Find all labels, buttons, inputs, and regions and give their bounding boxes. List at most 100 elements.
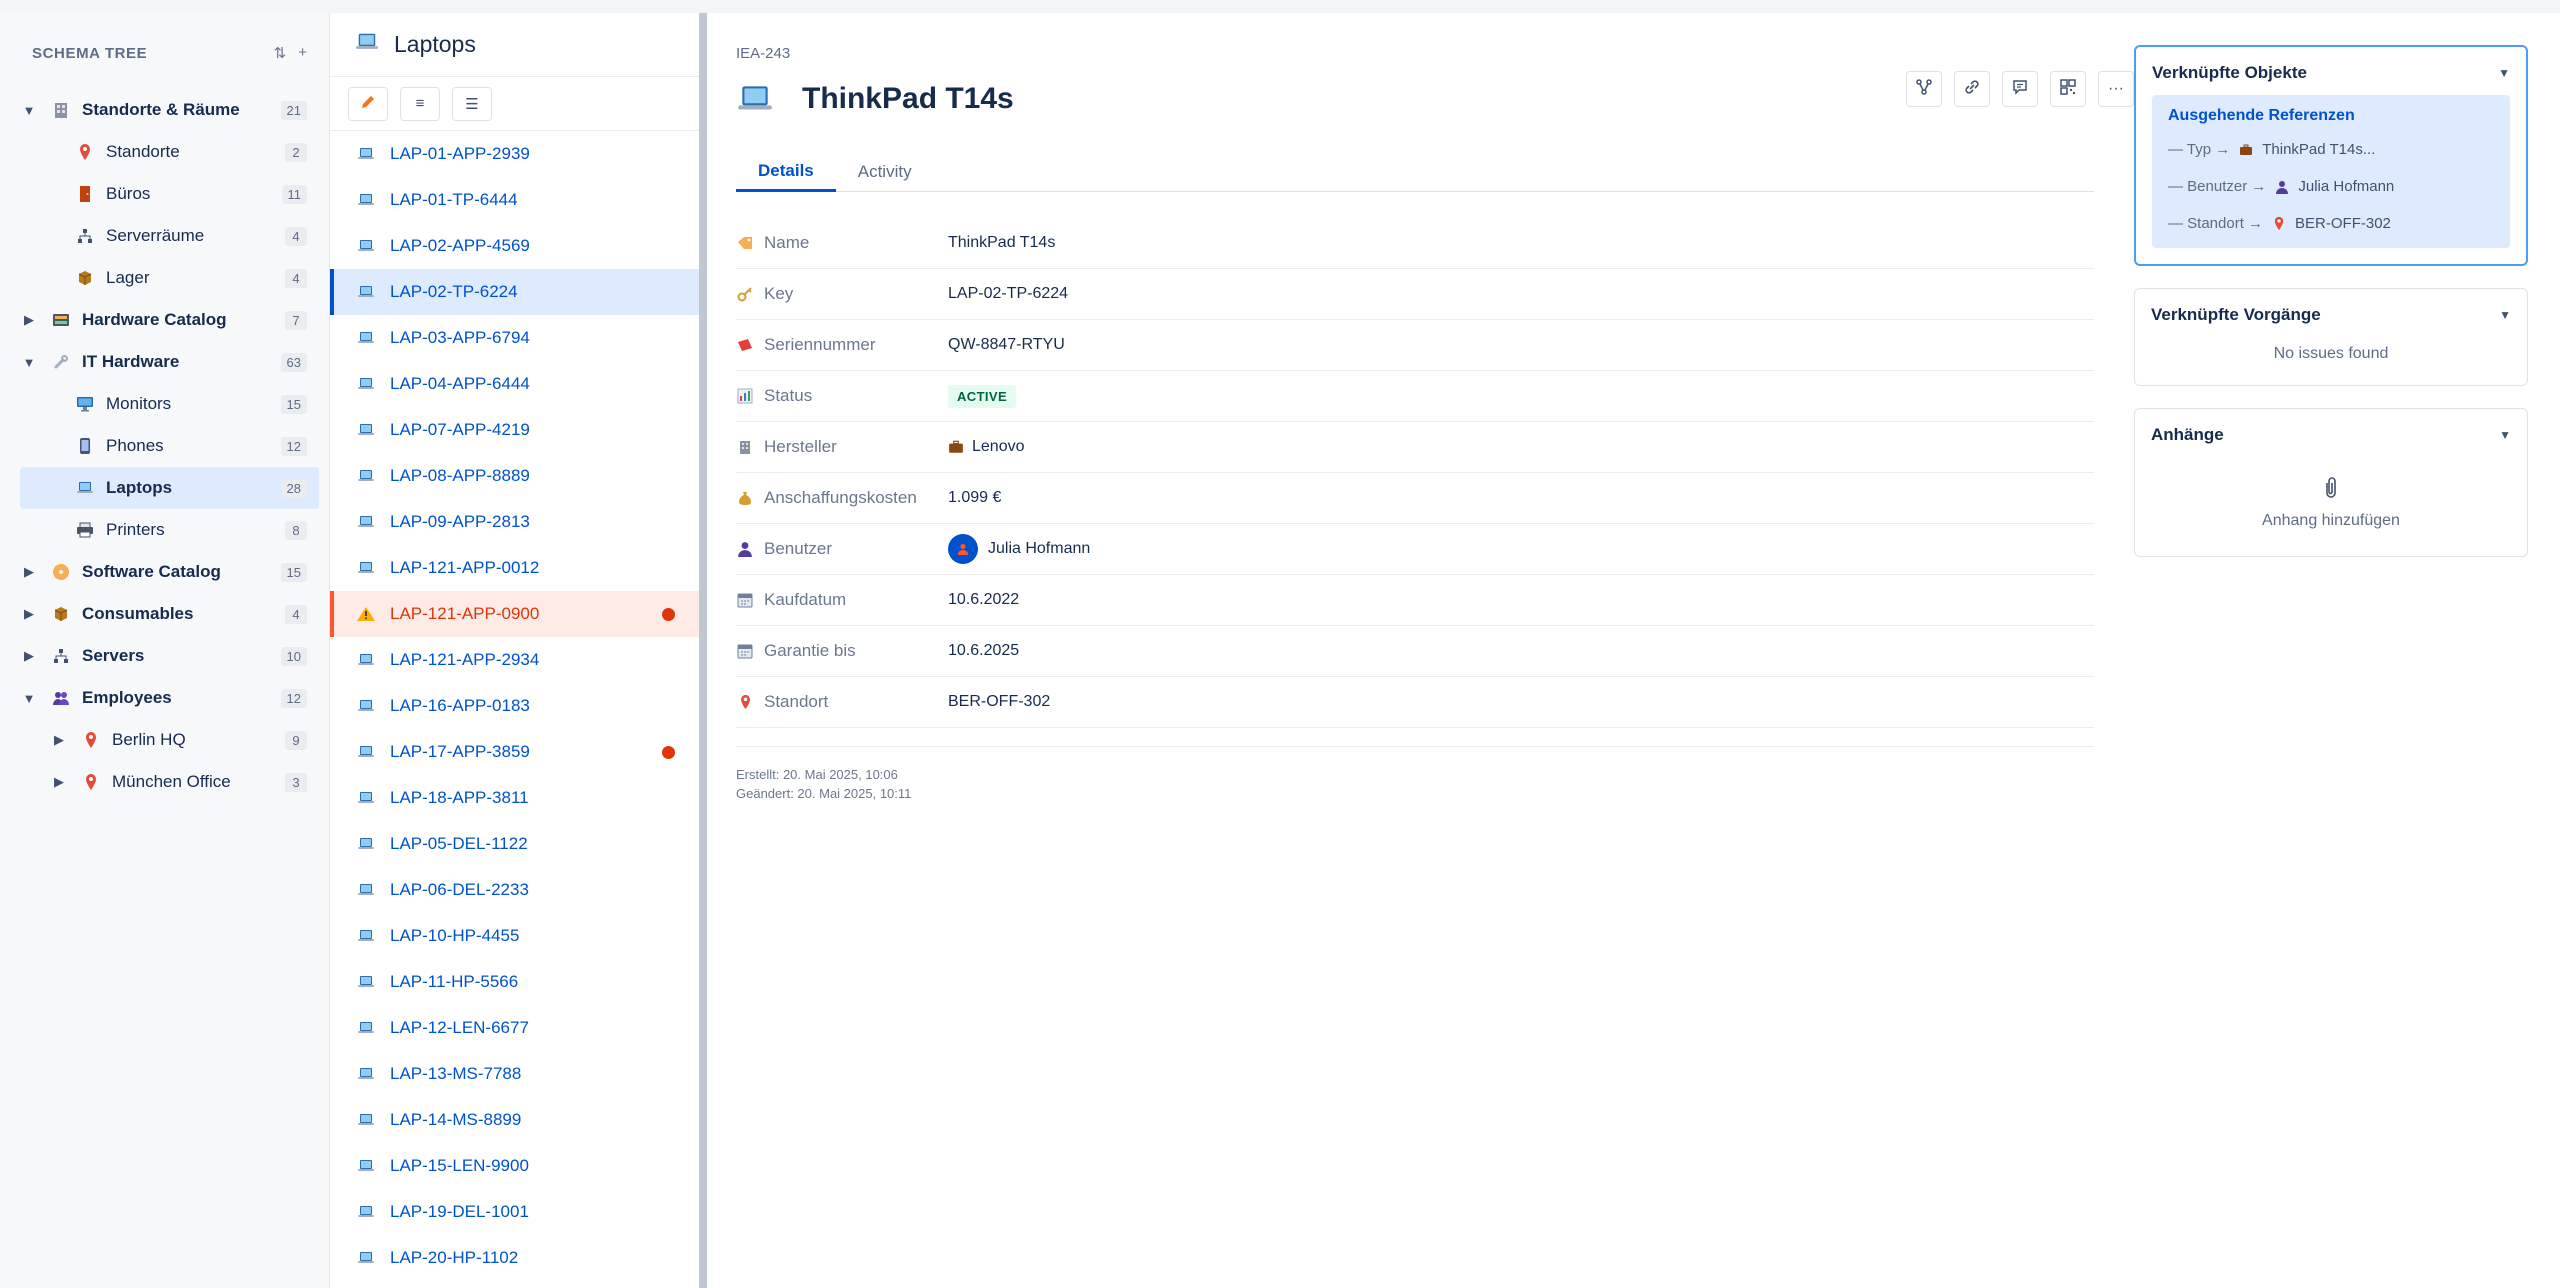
attribute-value-text[interactable]: LAP-02-TP-6224 [948, 285, 1068, 303]
tree-node-employees[interactable]: ▼ Employees 12 [20, 677, 319, 719]
caret-right-icon[interactable]: ▶ [20, 606, 38, 622]
caret-right-icon[interactable]: ▶ [50, 732, 68, 748]
list-item[interactable]: LAP-121-APP-0900 [330, 591, 699, 637]
qr-code-button[interactable] [2050, 71, 2086, 107]
list-item[interactable]: LAP-02-TP-6224 [330, 269, 699, 315]
tree-node-lager[interactable]: Lager 4 [20, 257, 319, 299]
tree-node-monitors[interactable]: Monitors 15 [20, 383, 319, 425]
list-view-button[interactable]: ☰ [452, 86, 492, 121]
chevron-down-icon[interactable]: ▼ [2499, 428, 2511, 442]
list-item[interactable]: LAP-05-DEL-1122 [330, 821, 699, 867]
caret-down-icon[interactable]: ▼ [20, 355, 38, 370]
sort-icon[interactable]: ⇅ [274, 44, 287, 62]
attribute-value[interactable]: ThinkPad T14s [948, 234, 1055, 252]
reference-value[interactable]: Julia Hofmann [2298, 178, 2394, 195]
attribute-value[interactable]: 10.6.2025 [948, 642, 1019, 660]
caret-right-icon[interactable]: ▶ [20, 312, 38, 328]
caret-right-icon[interactable]: ▶ [20, 648, 38, 664]
status-badge[interactable]: ACTIVE [948, 384, 1017, 408]
reference-value[interactable]: BER-OFF-302 [2295, 215, 2391, 232]
tree-node-servers[interactable]: ▶ Servers 10 [20, 635, 319, 677]
attribute-value[interactable]: LAP-02-TP-6224 [948, 285, 1068, 303]
list-item[interactable]: LAP-06-DEL-2233 [330, 867, 699, 913]
reference-benutzer[interactable]: — Benutzer → Julia Hofmann [2168, 168, 2494, 205]
box-icon [50, 605, 72, 623]
attribute-value-text[interactable]: 10.6.2022 [948, 591, 1019, 609]
attribute-value[interactable]: Julia Hofmann [948, 534, 1090, 564]
list-item[interactable]: LAP-09-APP-2813 [330, 499, 699, 545]
list-item[interactable]: LAP-13-MS-7788 [330, 1051, 699, 1097]
list-item[interactable]: LAP-17-APP-3859 [330, 729, 699, 775]
attribute-value-text[interactable]: 1.099 € [948, 489, 1001, 507]
reference-standort[interactable]: — Standort → BER-OFF-302 [2168, 205, 2494, 242]
chevron-down-icon[interactable]: ▼ [2498, 66, 2510, 80]
tab-activity[interactable]: Activity [836, 152, 934, 192]
caret-down-icon[interactable]: ▼ [20, 103, 38, 118]
attribute-value[interactable]: Lenovo [948, 438, 1025, 456]
tree-node-muenchen-office[interactable]: ▶ München Office 3 [20, 761, 319, 803]
list-item[interactable]: LAP-08-APP-8889 [330, 453, 699, 499]
attribute-value-text[interactable]: QW-8847-RTYU [948, 336, 1065, 354]
caret-right-icon[interactable]: ▶ [50, 774, 68, 790]
attribute-value-text[interactable]: ThinkPad T14s [948, 234, 1055, 252]
tree-node-printers[interactable]: Printers 8 [20, 509, 319, 551]
linked-objects-header[interactable]: Verknüpfte Objekte ▼ [2152, 61, 2510, 85]
attribute-value-text[interactable]: BER-OFF-302 [948, 693, 1050, 711]
linked-issues-header[interactable]: Verknüpfte Vorgänge ▼ [2151, 303, 2511, 327]
caret-right-icon[interactable]: ▶ [20, 564, 38, 580]
list-item[interactable]: LAP-121-APP-0012 [330, 545, 699, 591]
list-item[interactable]: LAP-16-APP-0183 [330, 683, 699, 729]
tree-node-consumables[interactable]: ▶ Consumables 4 [20, 593, 319, 635]
attribute-value[interactable]: QW-8847-RTYU [948, 336, 1065, 354]
list-item[interactable]: LAP-14-MS-8899 [330, 1097, 699, 1143]
attribute-value-text[interactable]: Julia Hofmann [988, 540, 1090, 558]
tree-node-standorte-raeume[interactable]: ▼ Standorte & Räume 21 [20, 89, 319, 131]
list-item[interactable]: LAP-01-TP-6444 [330, 177, 699, 223]
tab-details[interactable]: Details [736, 152, 836, 192]
list-item[interactable]: LAP-121-APP-2934 [330, 637, 699, 683]
list-item[interactable]: LAP-19-DEL-1001 [330, 1189, 699, 1235]
more-actions-button[interactable]: ··· [2098, 71, 2134, 107]
tree-node-it-hardware[interactable]: ▼ IT Hardware 63 [20, 341, 319, 383]
attribute-value[interactable]: BER-OFF-302 [948, 693, 1050, 711]
reference-value[interactable]: ThinkPad T14s... [2262, 141, 2375, 158]
edit-button[interactable] [348, 86, 388, 121]
list-item-label: LAP-02-TP-6224 [390, 282, 518, 301]
tree-node-berlin-hq[interactable]: ▶ Berlin HQ 9 [20, 719, 319, 761]
list-item[interactable]: LAP-10-HP-4455 [330, 913, 699, 959]
graph-view-button[interactable] [1906, 71, 1942, 107]
pin-icon [80, 773, 102, 791]
compact-view-button[interactable]: ≡ [400, 86, 440, 121]
list-item[interactable]: LAP-07-APP-4219 [330, 407, 699, 453]
list-item[interactable]: LAP-18-APP-3811 [330, 775, 699, 821]
list-item[interactable]: LAP-04-APP-6444 [330, 361, 699, 407]
attachments-header[interactable]: Anhänge ▼ [2151, 423, 2511, 447]
tree-node-laptops[interactable]: Laptops 28 [20, 467, 319, 509]
tree-node-hardware-catalog[interactable]: ▶ Hardware Catalog 7 [20, 299, 319, 341]
list-item[interactable]: LAP-12-LEN-6677 [330, 1005, 699, 1051]
list-item[interactable]: LAP-03-APP-6794 [330, 315, 699, 361]
list-item[interactable]: LAP-15-LEN-9900 [330, 1143, 699, 1189]
list-item[interactable]: LAP-20-HP-1102 [330, 1235, 699, 1281]
list-item[interactable]: LAP-01-APP-2939 [330, 131, 699, 177]
tree-node-software-catalog[interactable]: ▶ Software Catalog 15 [20, 551, 319, 593]
add-icon[interactable]: + [298, 44, 307, 62]
attribute-value[interactable]: 1.099 € [948, 489, 1001, 507]
tree-node-bueros[interactable]: Büros 11 [20, 173, 319, 215]
attribute-value[interactable]: ACTIVE [948, 384, 1017, 408]
comment-button[interactable] [2002, 71, 2038, 107]
attribute-value[interactable]: 10.6.2022 [948, 591, 1019, 609]
object-key-breadcrumb[interactable]: IEA-243 [736, 45, 2134, 62]
add-attachment-button[interactable]: Anhang hinzufügen [2151, 447, 2511, 540]
tree-node-standorte[interactable]: Standorte 2 [20, 131, 319, 173]
attribute-value-text[interactable]: 10.6.2025 [948, 642, 1019, 660]
reference-typ[interactable]: — Typ → ThinkPad T14s... [2168, 131, 2494, 168]
attribute-value-text[interactable]: Lenovo [972, 438, 1025, 456]
list-item[interactable]: LAP-02-APP-4569 [330, 223, 699, 269]
tree-node-phones[interactable]: Phones 12 [20, 425, 319, 467]
tree-node-serverraeume[interactable]: Serverräume 4 [20, 215, 319, 257]
link-button[interactable] [1954, 71, 1990, 107]
chevron-down-icon[interactable]: ▼ [2499, 308, 2511, 322]
caret-down-icon[interactable]: ▼ [20, 691, 38, 706]
list-item[interactable]: LAP-11-HP-5566 [330, 959, 699, 1005]
